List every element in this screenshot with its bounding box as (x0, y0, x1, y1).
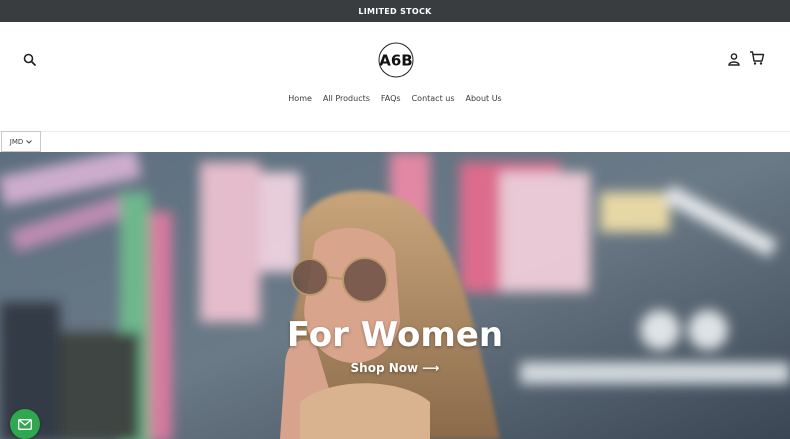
cart-icon[interactable] (749, 50, 765, 66)
hero-banner[interactable]: For Women Shop Now ⟶ (0, 152, 790, 439)
contact-chat-button[interactable] (10, 409, 40, 439)
nav-item-contact-us[interactable]: Contact us (412, 94, 455, 103)
shop-now-link[interactable]: Shop Now ⟶ (0, 361, 790, 375)
currency-value: JMD (9, 137, 24, 146)
shop-now-label: Shop Now (350, 361, 419, 375)
hero-background-image (0, 152, 790, 439)
announcement-text: LIMITED STOCK (358, 6, 432, 16)
main-nav: Home All Products FAQs Contact us About … (0, 94, 790, 103)
mail-icon (18, 418, 32, 430)
nav-item-home[interactable]: Home (288, 94, 312, 103)
logo-text: A6B (379, 52, 412, 70)
site-header: A6B Home All Products FAQs Contact us Ab… (0, 22, 790, 132)
nav-item-faqs[interactable]: FAQs (381, 94, 401, 103)
nav-item-about-us[interactable]: About Us (466, 94, 502, 103)
site-logo[interactable]: A6B (377, 41, 415, 79)
nav-item-all-products[interactable]: All Products (323, 94, 370, 103)
announcement-bar: LIMITED STOCK (0, 0, 790, 22)
arrow-right-icon: ⟶ (422, 361, 440, 375)
account-icon[interactable] (727, 52, 741, 66)
currency-selector[interactable]: JMD (1, 131, 41, 152)
hero-title: For Women (286, 315, 504, 355)
search-icon[interactable] (22, 52, 38, 68)
chevron-down-icon (26, 139, 33, 144)
